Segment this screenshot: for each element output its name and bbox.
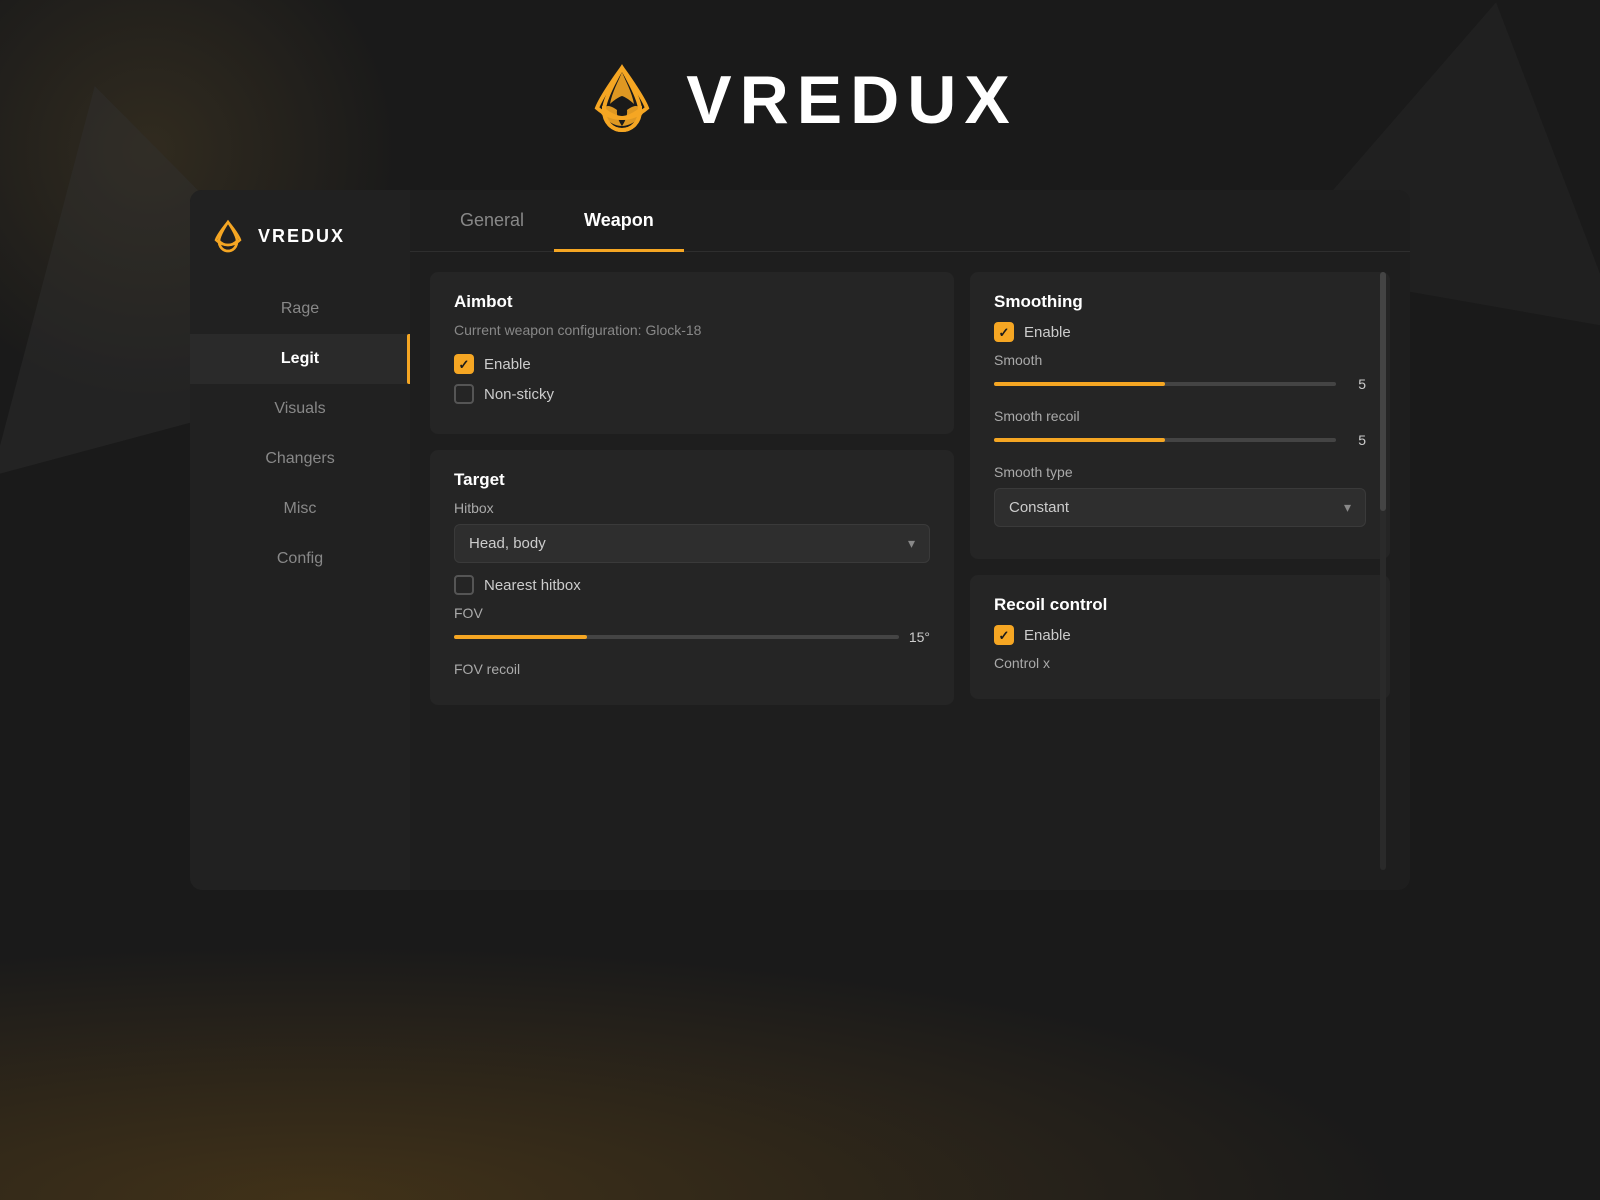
sidebar: VREDUX Rage Legit Visuals Changers Misc …: [190, 190, 410, 890]
bg-bottom-glow: [0, 900, 1600, 1200]
aimbot-enable-label: Enable: [484, 356, 531, 373]
left-panels: Aimbot Current weapon configuration: Glo…: [430, 272, 954, 870]
recoil-card: Recoil control ✓ Enable Control x: [970, 575, 1390, 699]
hitbox-dropdown[interactable]: Head, body ▾: [454, 524, 930, 563]
recoil-enable-label: Enable: [1024, 627, 1071, 644]
sidebar-item-changers[interactable]: Changers: [190, 434, 410, 484]
smooth-type-arrow: ▾: [1344, 499, 1351, 516]
aimbot-enable-checkbox[interactable]: ✓: [454, 354, 474, 374]
smoothing-enable-row: ✓ Enable: [994, 322, 1366, 342]
recoil-card-title: Recoil control: [994, 595, 1366, 615]
scrollbar-thumb: [1380, 272, 1386, 511]
panels-container: Aimbot Current weapon configuration: Glo…: [410, 252, 1410, 890]
smooth-label: Smooth: [994, 352, 1366, 368]
fov-slider-container: 15°: [454, 629, 930, 645]
nearest-hitbox-checkbox[interactable]: [454, 575, 474, 595]
hitbox-dropdown-arrow: ▾: [908, 535, 915, 552]
smooth-slider-fill: [994, 382, 1165, 386]
smooth-recoil-label: Smooth recoil: [994, 408, 1366, 424]
right-panels: Smoothing ✓ Enable Smooth 5: [970, 272, 1390, 870]
recoil-enable-row: ✓ Enable: [994, 625, 1366, 645]
header-title: VREDUX: [686, 61, 1017, 139]
smoothing-card: Smoothing ✓ Enable Smooth 5: [970, 272, 1390, 559]
main-container: VREDUX Rage Legit Visuals Changers Misc …: [190, 190, 1410, 890]
smooth-slider-value: 5: [1346, 376, 1366, 392]
aimbot-card: Aimbot Current weapon configuration: Glo…: [430, 272, 954, 434]
aimbot-card-title: Aimbot: [454, 292, 930, 312]
aimbot-weapon-config: Current weapon configuration: Glock-18: [454, 322, 930, 338]
smooth-type-value: Constant: [1009, 499, 1069, 516]
smooth-slider-section: Smooth 5: [994, 352, 1366, 392]
sidebar-item-misc[interactable]: Misc: [190, 484, 410, 534]
smoothing-enable-label: Enable: [1024, 324, 1071, 341]
content-area: General Weapon Aimbot Current weapon con…: [410, 190, 1410, 890]
smooth-recoil-slider-fill: [994, 438, 1165, 442]
aimbot-enable-checkmark: ✓: [459, 358, 470, 371]
target-card: Target Hitbox Head, body ▾ Nearest hitbo…: [430, 450, 954, 705]
recoil-enable-checkbox[interactable]: ✓: [994, 625, 1014, 645]
hitbox-label: Hitbox: [454, 500, 930, 516]
smooth-recoil-slider-track[interactable]: [994, 438, 1336, 442]
smoothing-enable-checkmark: ✓: [999, 326, 1010, 339]
smoothing-enable-checkbox[interactable]: ✓: [994, 322, 1014, 342]
sidebar-logo-icon: [210, 218, 246, 254]
hitbox-dropdown-value: Head, body: [469, 535, 546, 552]
sidebar-item-legit[interactable]: Legit: [190, 334, 410, 384]
sidebar-item-rage[interactable]: Rage: [190, 284, 410, 334]
smooth-slider-track[interactable]: [994, 382, 1336, 386]
header: VREDUX: [0, 0, 1600, 190]
smooth-type-label: Smooth type: [994, 464, 1366, 480]
fov-slider-track[interactable]: [454, 635, 899, 639]
sidebar-brand-name: VREDUX: [258, 226, 345, 247]
header-logo-icon: [582, 60, 662, 140]
recoil-enable-checkmark: ✓: [999, 629, 1010, 642]
fov-slider-fill: [454, 635, 587, 639]
aimbot-nonsticky-checkbox[interactable]: [454, 384, 474, 404]
right-scrollbar[interactable]: [1380, 272, 1386, 870]
aimbot-nonsticky-row: Non-sticky: [454, 384, 930, 404]
aimbot-nonsticky-label: Non-sticky: [484, 386, 554, 403]
tab-bar: General Weapon: [410, 190, 1410, 252]
sidebar-item-visuals[interactable]: Visuals: [190, 384, 410, 434]
fov-recoil-label: FOV recoil: [454, 661, 930, 677]
sidebar-item-config[interactable]: Config: [190, 534, 410, 584]
smooth-recoil-slider-value: 5: [1346, 432, 1366, 448]
smoothing-card-title: Smoothing: [994, 292, 1366, 312]
target-card-title: Target: [454, 470, 930, 490]
smooth-slider-container: 5: [994, 376, 1366, 392]
aimbot-enable-row: ✓ Enable: [454, 354, 930, 374]
smooth-recoil-slider-container: 5: [994, 432, 1366, 448]
nearest-hitbox-row: Nearest hitbox: [454, 575, 930, 595]
tab-weapon[interactable]: Weapon: [554, 190, 684, 251]
fov-slider-value: 15°: [909, 629, 930, 645]
tab-general[interactable]: General: [430, 190, 554, 251]
fov-label: FOV: [454, 605, 930, 621]
sidebar-brand: VREDUX: [190, 218, 410, 284]
sidebar-nav: Rage Legit Visuals Changers Misc Config: [190, 284, 410, 584]
smooth-recoil-slider-section: Smooth recoil 5: [994, 408, 1366, 448]
fov-slider-section: FOV 15°: [454, 605, 930, 645]
control-x-label: Control x: [994, 655, 1366, 671]
nearest-hitbox-label: Nearest hitbox: [484, 577, 581, 594]
smooth-type-dropdown[interactable]: Constant ▾: [994, 488, 1366, 527]
